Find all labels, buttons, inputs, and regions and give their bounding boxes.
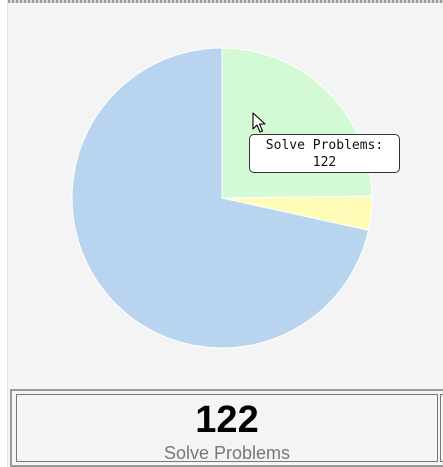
stat-value: 122: [195, 399, 259, 441]
tooltip-value: 122: [312, 155, 337, 170]
chart-tooltip: Solve Problems: 122: [249, 134, 400, 173]
pie-slice-0[interactable]: [221, 47, 373, 199]
mouse-pointer-icon: [252, 112, 266, 133]
tooltip-label: Solve Problems:: [265, 138, 384, 153]
left-border: [0, 0, 8, 467]
stat-label: Solve Problems: [163, 443, 291, 463]
pie-chart[interactable]: [8, 3, 443, 388]
stat-card[interactable]: 122 Solve Problems: [16, 394, 438, 463]
pie-chart-svg[interactable]: [8, 3, 443, 388]
stat-panel: 122 Solve Problems: [10, 389, 443, 467]
